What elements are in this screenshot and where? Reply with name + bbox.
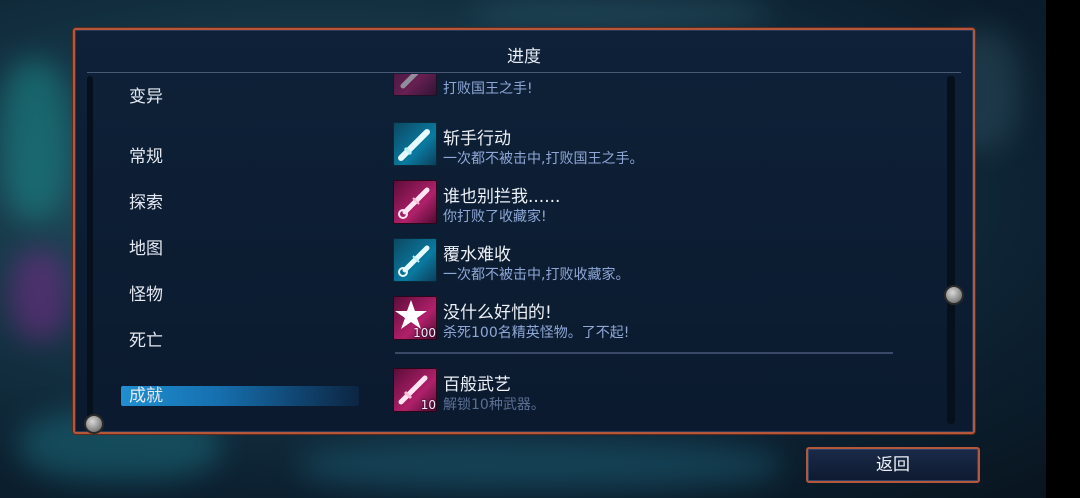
- category-exploration[interactable]: 探索: [129, 188, 163, 213]
- category-deaths[interactable]: 死亡: [129, 326, 163, 351]
- achievement-row[interactable]: 打败国王之手!: [393, 74, 941, 100]
- achievement-row[interactable]: 10 百般武艺 解锁10种武器。: [393, 366, 941, 416]
- achievement-name: 谁也别拦我......: [443, 187, 561, 207]
- achievement-desc: 解锁10种武器。: [443, 397, 545, 413]
- achievement-desc: 一次都不被击中,打败国王之手。: [443, 151, 644, 167]
- category-monsters[interactable]: 怪物: [129, 280, 163, 305]
- sword-icon: [393, 74, 437, 96]
- progress-panel: 进度 变异 常规 探索 地图 怪物 死亡 成就 打败国王之手! 斩手行动 一次都…: [73, 28, 975, 434]
- back-button[interactable]: 返回: [806, 447, 980, 483]
- achievement-row[interactable]: 100 没什么好怕的! 杀死100名精英怪物。了不起!: [393, 294, 941, 344]
- achievement-name: 覆水难收: [443, 245, 511, 265]
- category-mutations[interactable]: 变异: [129, 82, 163, 107]
- achievement-list[interactable]: 打败国王之手! 斩手行动 一次都不被击中,打败国王之手。 谁也别拦我......: [393, 74, 941, 426]
- achievement-desc: 打败国王之手!: [443, 81, 533, 97]
- panel-title: 进度: [507, 47, 541, 67]
- achievement-name: 没什么好怕的!: [443, 303, 552, 323]
- achievement-desc: 杀死100名精英怪物。了不起!: [443, 325, 630, 341]
- sword-icon: 10: [393, 368, 437, 412]
- category-map[interactable]: 地图: [129, 234, 163, 259]
- achievement-badge: 100: [413, 326, 436, 340]
- category-achievements[interactable]: 成就: [121, 386, 359, 406]
- achievement-desc: 一次都不被击中,打败收藏家。: [443, 267, 630, 283]
- title-divider: [87, 72, 961, 73]
- category-scrollbar[interactable]: [87, 76, 93, 424]
- category-scroll-handle[interactable]: [84, 414, 104, 434]
- screen-edge: [1046, 0, 1080, 498]
- achievement-scroll-handle[interactable]: [944, 285, 964, 305]
- category-general[interactable]: 常规: [129, 142, 163, 167]
- syringe-icon: [393, 180, 437, 224]
- achievement-name: 斩手行动: [443, 129, 511, 149]
- achievement-row[interactable]: 斩手行动 一次都不被击中,打败国王之手。: [393, 120, 941, 170]
- achievement-row[interactable]: 谁也别拦我...... 你打败了收藏家!: [393, 178, 941, 228]
- sword-icon: [393, 122, 437, 166]
- achievement-scrollbar[interactable]: [947, 76, 955, 424]
- section-divider: [395, 352, 893, 354]
- achievement-badge: 10: [420, 398, 436, 412]
- syringe-icon: [393, 238, 437, 282]
- achievement-desc: 你打败了收藏家!: [443, 209, 547, 225]
- star-icon: 100: [393, 296, 437, 340]
- achievement-row[interactable]: 覆水难收 一次都不被击中,打败收藏家。: [393, 236, 941, 286]
- achievement-name: 百般武艺: [443, 375, 511, 395]
